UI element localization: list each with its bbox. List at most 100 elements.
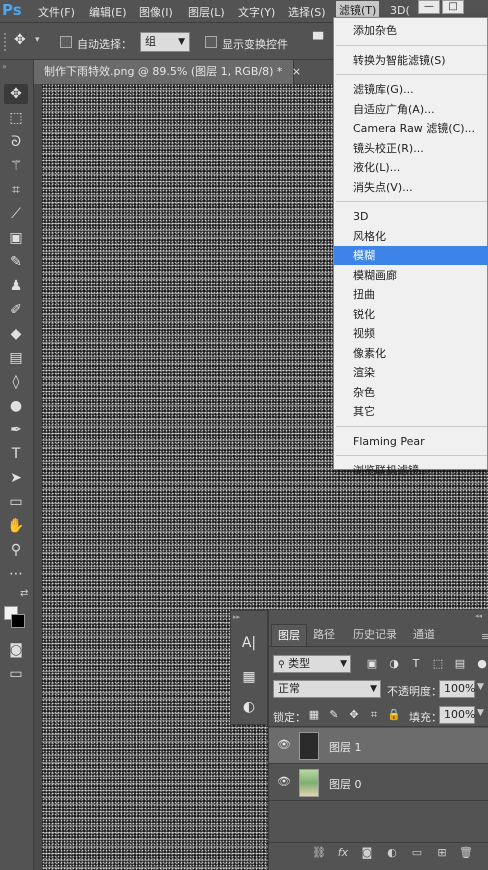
- filter-menu-item[interactable]: 滤镜库(G)...: [334, 80, 488, 99]
- screen-mode-icon[interactable]: ▭: [4, 664, 28, 684]
- move-tool-icon[interactable]: ✥: [14, 32, 26, 48]
- auto-select-checkbox[interactable]: [60, 36, 72, 48]
- crop-tool-icon[interactable]: ⌗: [4, 180, 28, 200]
- new-layer-icon[interactable]: ⊞: [435, 846, 449, 860]
- lasso-tool-icon[interactable]: ᘐ: [4, 132, 28, 152]
- minimize-button[interactable]: —: [418, 0, 440, 14]
- pen-tool-icon[interactable]: ✒: [4, 420, 28, 440]
- clone-stamp-icon[interactable]: ♟: [4, 276, 28, 296]
- link-layers-icon[interactable]: ⛓: [312, 846, 326, 860]
- lock-paint-icon[interactable]: ✎: [327, 708, 341, 722]
- menu-type[interactable]: 文字(Y): [238, 4, 275, 20]
- filter-shape-icon[interactable]: ⬚: [431, 657, 445, 671]
- chevron-down-icon[interactable]: ▼: [477, 682, 484, 692]
- filter-pixel-icon[interactable]: ▣: [365, 657, 379, 671]
- add-mask-icon[interactable]: ◙: [360, 846, 374, 860]
- hand-tool-icon[interactable]: ✋: [4, 516, 28, 536]
- more-tools-icon[interactable]: ⋯: [4, 564, 28, 584]
- filter-menu-item[interactable]: 消失点(V)...: [334, 178, 488, 197]
- eyedropper-icon[interactable]: ⟋: [4, 204, 28, 224]
- lock-transparent-icon[interactable]: ▦: [307, 708, 321, 722]
- filter-menu-item[interactable]: 杂色: [334, 383, 488, 402]
- menu-edit[interactable]: 编辑(E): [89, 4, 127, 20]
- move-tool-icon[interactable]: ✥: [4, 84, 28, 104]
- align-top-icon[interactable]: ▀: [313, 33, 323, 48]
- auto-select-dropdown[interactable]: 组 ▼: [140, 32, 190, 52]
- zoom-tool-icon[interactable]: ⚲: [4, 540, 28, 560]
- menu-file[interactable]: 文件(F): [38, 4, 75, 20]
- blur-tool-icon[interactable]: ◊: [4, 372, 28, 392]
- fx-icon[interactable]: fx: [336, 846, 350, 860]
- filter-menu-item[interactable]: 浏览联机滤镜...: [334, 461, 488, 480]
- gradient-tool-icon[interactable]: ▤: [4, 348, 28, 368]
- close-icon[interactable]: ×: [292, 65, 301, 78]
- blend-mode-dropdown[interactable]: 正常 ▼: [273, 680, 381, 698]
- quick-mask-icon[interactable]: ◙: [4, 640, 28, 660]
- show-transform-checkbox[interactable]: [205, 36, 217, 48]
- visibility-eye-icon[interactable]: 👁: [277, 738, 291, 752]
- chevron-down-icon[interactable]: ▾: [35, 35, 40, 45]
- marquee-tool-icon[interactable]: ⬚: [4, 108, 28, 128]
- filter-adjust-icon[interactable]: ◑: [387, 657, 401, 671]
- filter-type-icon[interactable]: T: [409, 657, 423, 671]
- lock-artboard-icon[interactable]: ⌗: [367, 708, 381, 722]
- opacity-input[interactable]: 100%: [439, 680, 475, 698]
- filter-menu-item[interactable]: 锐化: [334, 305, 488, 324]
- delete-layer-icon[interactable]: 🗑: [459, 846, 473, 860]
- magic-wand-icon[interactable]: ⚚: [4, 156, 28, 176]
- tab-history[interactable]: 历史记录: [347, 624, 403, 646]
- filter-menu-item[interactable]: 风格化: [334, 227, 488, 246]
- filter-menu-item[interactable]: 扭曲: [334, 285, 488, 304]
- filter-menu-item[interactable]: Flaming Pear: [334, 432, 488, 451]
- layer-filter-dropdown[interactable]: ⚲ 类型 ▼: [273, 655, 351, 673]
- filter-menu-item[interactable]: 自适应广角(A)...: [334, 100, 488, 119]
- tab-channels[interactable]: 通道: [407, 624, 441, 646]
- rectangle-tool-icon[interactable]: ▭: [4, 492, 28, 512]
- dodge-tool-icon[interactable]: ●: [4, 396, 28, 416]
- tab-paths[interactable]: 路径: [307, 624, 341, 646]
- visibility-eye-icon[interactable]: 👁: [277, 775, 291, 789]
- filter-menu-item[interactable]: 3D: [334, 207, 488, 226]
- background-color-swatch[interactable]: [11, 614, 25, 628]
- character-panel-icon[interactable]: A|: [239, 633, 259, 653]
- layer-row[interactable]: 👁 图层 1: [269, 728, 488, 764]
- filter-menu-item[interactable]: 液化(L)...: [334, 158, 488, 177]
- filter-menu-item[interactable]: 添加杂色: [334, 21, 488, 40]
- collapse-icon[interactable]: ◂◂: [475, 612, 482, 620]
- properties-panel-icon[interactable]: ▦: [239, 667, 259, 687]
- path-select-icon[interactable]: ➤: [4, 468, 28, 488]
- filter-menu-item[interactable]: 模糊: [334, 246, 488, 265]
- filter-menu-item[interactable]: 视频: [334, 324, 488, 343]
- tab-layers[interactable]: 图层: [271, 624, 307, 646]
- eraser-tool-icon[interactable]: ◆: [4, 324, 28, 344]
- filter-toggle-icon[interactable]: ●: [475, 657, 488, 671]
- menu-select[interactable]: 选择(S): [288, 4, 326, 20]
- type-tool-icon[interactable]: T: [4, 444, 28, 464]
- maximize-button[interactable]: □: [442, 0, 464, 14]
- filter-menu-item[interactable]: 模糊画廊: [334, 266, 488, 285]
- healing-brush-icon[interactable]: ▣: [4, 228, 28, 248]
- filter-menu-item[interactable]: 其它: [334, 402, 488, 421]
- filter-menu-item[interactable]: 镜头校正(R)...: [334, 139, 488, 158]
- brush-tool-icon[interactable]: ✎: [4, 252, 28, 272]
- collapse-icon[interactable]: »: [2, 62, 7, 71]
- collapse-icon[interactable]: ▸▸: [233, 613, 240, 621]
- lock-all-icon[interactable]: 🔒: [387, 708, 401, 722]
- adjustment-layer-icon[interactable]: ◐: [385, 846, 399, 860]
- layer-row[interactable]: 👁 图层 0: [269, 765, 488, 801]
- menu-3d[interactable]: 3D(D): [390, 4, 410, 17]
- history-brush-icon[interactable]: ✐: [4, 300, 28, 320]
- filter-menu-item[interactable]: 渲染: [334, 363, 488, 382]
- new-group-icon[interactable]: ▭: [410, 846, 424, 860]
- lock-move-icon[interactable]: ✥: [347, 708, 361, 722]
- filter-menu-item[interactable]: Camera Raw 滤镜(C)...: [334, 119, 488, 138]
- fill-input[interactable]: 100%: [439, 706, 475, 724]
- panel-menu-icon[interactable]: ≡: [481, 630, 488, 643]
- swap-colors-icon[interactable]: ⇄: [20, 588, 28, 599]
- filter-smart-icon[interactable]: ▤: [453, 657, 467, 671]
- menu-layer[interactable]: 图层(L): [188, 4, 225, 20]
- adjustments-panel-icon[interactable]: ◐: [239, 697, 259, 717]
- document-tab[interactable]: 制作下雨特效.png @ 89.5% (图层 1, RGB/8) * ×: [34, 60, 301, 84]
- chevron-down-icon[interactable]: ▼: [477, 708, 484, 718]
- menu-image[interactable]: 图像(I): [139, 4, 173, 20]
